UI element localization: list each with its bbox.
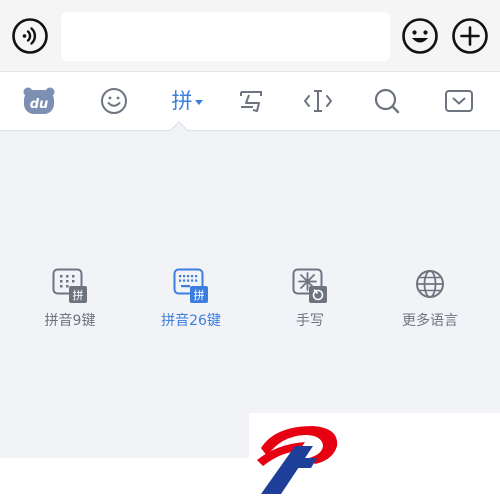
- search-icon: [374, 88, 400, 114]
- emoji-icon: [101, 88, 127, 114]
- handwrite-icon: [240, 91, 262, 112]
- cursor-move-button[interactable]: [303, 85, 333, 117]
- globe-icon: [416, 270, 444, 298]
- layout-option-label: 拼音26键: [161, 313, 221, 329]
- du-logo-icon: du: [23, 87, 55, 114]
- toolbar-emoji-button[interactable]: [98, 85, 130, 117]
- plus-icon: [452, 18, 488, 54]
- voice-input-button[interactable]: [11, 17, 49, 55]
- message-input[interactable]: [61, 12, 390, 61]
- search-button[interactable]: [371, 85, 403, 117]
- voice-input-icon: [12, 18, 48, 54]
- pinyin-badge-text: 拼: [194, 288, 205, 302]
- layout-option-label: 手写: [296, 313, 324, 329]
- hide-keyboard-icon: [445, 90, 473, 112]
- cursor-icon: [304, 90, 332, 112]
- keyboard-9-key-icon: 拼: [52, 268, 87, 303]
- layout-option-label: 拼音9键: [44, 313, 96, 329]
- pinyin-icon: 拼: [171, 89, 193, 113]
- emoji-button[interactable]: [401, 17, 439, 55]
- layout-option-more-languages[interactable]: 更多语言: [385, 268, 475, 332]
- more-actions-button[interactable]: [451, 17, 489, 55]
- layout-option-handwrite[interactable]: 手写: [265, 268, 355, 332]
- du-logo-text: du: [30, 97, 49, 112]
- baidu-input-logo-button[interactable]: du: [20, 85, 58, 117]
- message-input-bar: [0, 0, 500, 72]
- layout-option-pinyin-9[interactable]: 拼 拼音9键: [25, 268, 115, 332]
- handwrite-toolbar-button[interactable]: [236, 85, 266, 117]
- brand-logo: [257, 426, 338, 494]
- caret-down-icon: [194, 99, 203, 105]
- handwriting-pad-icon: [292, 268, 327, 303]
- layout-option-label: 更多语言: [402, 313, 458, 329]
- pinyin-badge-text: 拼: [73, 288, 84, 302]
- pinyin-mode-button[interactable]: 拼: [165, 85, 209, 117]
- layout-option-pinyin-26[interactable]: 拼 拼音26键: [146, 268, 236, 332]
- keyboard-toolbar: du 拼: [0, 72, 500, 131]
- keyboard-26-key-icon: 拼: [173, 268, 208, 303]
- hide-keyboard-button[interactable]: [443, 85, 475, 117]
- smiley-icon: [402, 18, 438, 54]
